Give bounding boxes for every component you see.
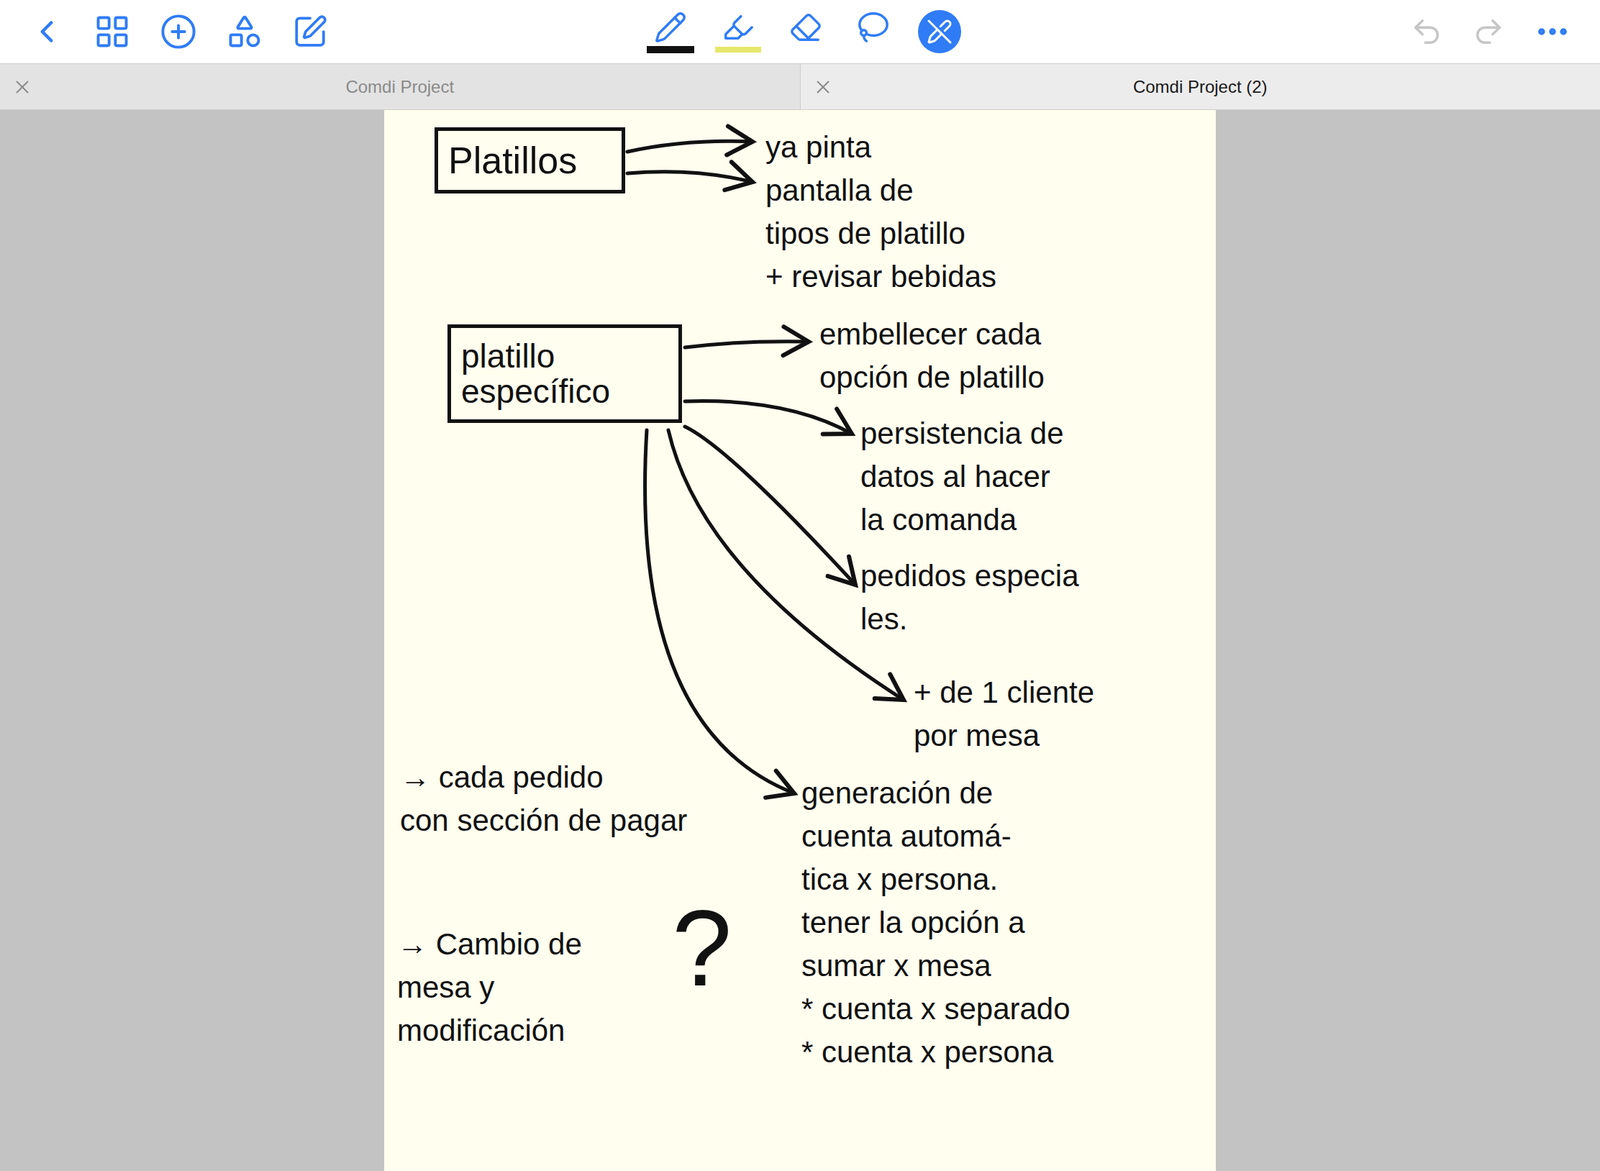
handwritten-note: embellecer cadaopción de platillo <box>819 312 1045 400</box>
redo-button[interactable] <box>1471 15 1506 49</box>
handwritten-note: + de 1 clientepor mesa <box>913 671 1095 758</box>
chevron-left-icon <box>28 12 65 52</box>
undo-icon <box>1410 15 1444 49</box>
redo-icon <box>1471 15 1506 49</box>
add-button[interactable] <box>159 12 198 51</box>
eraser-icon <box>789 10 823 44</box>
highlighter-tool[interactable] <box>715 2 762 61</box>
handwritten-note: → cada pedidocon sección de pagar <box>400 756 688 843</box>
grid-icon <box>93 12 131 51</box>
handwritten-note: ya pintapantalla detipos de platillo+ re… <box>765 125 997 299</box>
tool-color-bar <box>782 46 829 53</box>
question-mark: ? <box>671 894 732 1003</box>
tab-bar: Comdi ProjectComdi Project (2) <box>0 63 1600 111</box>
edit-button[interactable] <box>292 13 329 50</box>
highlighter-icon <box>721 10 755 44</box>
tab[interactable]: Comdi Project <box>0 64 800 110</box>
draw-mode-icon <box>926 18 953 45</box>
canvas: Platillos platilloespecífico ya pintapanta… <box>0 110 1600 1171</box>
handwritten-note: → Cambio demesa ymodificación <box>397 923 583 1053</box>
topic-box: platilloespecífico <box>447 324 683 424</box>
tool-color-bar <box>715 46 762 53</box>
close-tab-icon[interactable] <box>812 76 834 98</box>
app: Comdi ProjectComdi Project (2) Platillos p… <box>0 0 1600 1171</box>
close-tab-icon[interactable] <box>11 76 34 98</box>
edit-icon <box>292 13 329 50</box>
plus-circle-icon <box>159 12 198 51</box>
tool-color-bar <box>647 46 694 53</box>
eraser-tool[interactable] <box>782 2 829 61</box>
shapes-icon <box>225 12 264 51</box>
handwritten-note: persistencia dedatos al hacerla comanda <box>860 412 1065 542</box>
back-button[interactable] <box>28 10 65 54</box>
toolbar <box>0 0 1600 64</box>
handwritten-note: generación decuenta automá-tica x person… <box>801 771 1071 1075</box>
pen-tool[interactable] <box>647 2 694 61</box>
tab[interactable]: Comdi Project (2) <box>800 64 1600 110</box>
undo-button[interactable] <box>1410 15 1444 49</box>
more-button[interactable] <box>1533 12 1572 51</box>
shapes-button[interactable] <box>225 12 264 51</box>
topic-box: Platillos <box>434 127 626 194</box>
lasso-tool[interactable] <box>850 2 897 61</box>
page[interactable]: Platillos platilloespecífico ya pintapanta… <box>384 110 1216 1171</box>
lasso-icon <box>856 10 890 44</box>
tool-color-bar <box>850 46 897 53</box>
more-icon <box>1533 12 1572 51</box>
handwritten-note: pedidos especiales. <box>860 554 1080 642</box>
draw-mode-button[interactable] <box>917 10 962 54</box>
pen-icon <box>653 10 688 44</box>
grid-button[interactable] <box>93 12 131 51</box>
